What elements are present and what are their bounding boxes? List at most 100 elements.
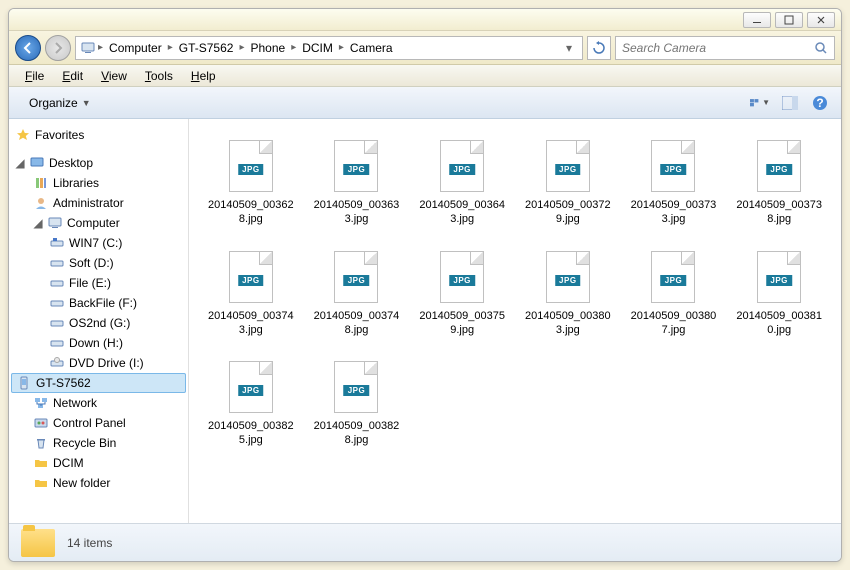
- sidebar-network[interactable]: Network: [9, 393, 188, 413]
- sidebar-recycle-bin[interactable]: Recycle Bin: [9, 433, 188, 453]
- menu-tools[interactable]: Tools: [137, 67, 181, 85]
- sidebar-label: DCIM: [53, 456, 84, 470]
- collapse-icon[interactable]: ◢: [33, 218, 43, 228]
- file-name: 20140509_003810.jpg: [736, 309, 822, 338]
- file-item[interactable]: JPG20140509_003633.jpg: [307, 131, 407, 234]
- file-name: 20140509_003729.jpg: [525, 198, 611, 227]
- sidebar-label: Down (H:): [69, 336, 123, 350]
- content-pane[interactable]: JPG20140509_003628.jpgJPG20140509_003633…: [189, 119, 841, 523]
- sidebar-drive[interactable]: GT-S7562: [11, 373, 186, 393]
- network-icon: [33, 395, 49, 411]
- crumb-phone[interactable]: Phone: [246, 39, 289, 57]
- sidebar-label: Desktop: [49, 156, 93, 170]
- jpg-file-icon: JPG: [438, 249, 486, 305]
- sidebar-label: GT-S7562: [36, 376, 91, 390]
- sidebar-drive[interactable]: WIN7 (C:): [9, 233, 188, 253]
- sidebar-label: New folder: [53, 476, 110, 490]
- breadcrumb-dropdown[interactable]: ▾: [560, 41, 578, 55]
- file-item[interactable]: JPG20140509_003748.jpg: [307, 242, 407, 345]
- maximize-button[interactable]: [775, 12, 803, 28]
- search-input[interactable]: [622, 41, 814, 55]
- minimize-button[interactable]: [743, 12, 771, 28]
- menu-view[interactable]: View: [93, 67, 135, 85]
- file-item[interactable]: JPG 20140509_003738.jpg: [729, 131, 829, 234]
- chevron-down-icon: ▼: [82, 98, 91, 108]
- svg-text:?: ?: [816, 96, 823, 110]
- drive-icon: [49, 295, 65, 311]
- collapse-icon[interactable]: ◢: [15, 158, 25, 168]
- file-grid: JPG20140509_003628.jpgJPG20140509_003633…: [201, 131, 829, 455]
- crumb-dcim[interactable]: DCIM: [298, 39, 337, 57]
- crumb-computer[interactable]: Computer: [105, 39, 166, 57]
- body: Favorites ◢ Desktop Libraries Administra…: [9, 119, 841, 523]
- file-item[interactable]: JPG20140509_003810.jpg: [729, 242, 829, 345]
- menu-file[interactable]: File: [17, 67, 52, 85]
- file-name: 20140509_003733.jpg: [631, 198, 717, 227]
- preview-pane-button[interactable]: [779, 93, 801, 113]
- file-item[interactable]: JPG20140509_003825.jpg: [201, 352, 301, 455]
- sidebar-administrator[interactable]: Administrator: [9, 193, 188, 213]
- sidebar-dcim[interactable]: DCIM: [9, 453, 188, 473]
- file-item[interactable]: JPG20140509_003643.jpg: [412, 131, 512, 234]
- file-item[interactable]: JPG20140509_003759.jpg: [412, 242, 512, 345]
- jpg-file-icon: JPG: [755, 138, 803, 194]
- sidebar-label: Control Panel: [53, 416, 126, 430]
- file-item[interactable]: JPG20140509_003628.jpg: [201, 131, 301, 234]
- sidebar-drive[interactable]: Soft (D:): [9, 253, 188, 273]
- sidebar-label: Administrator: [53, 196, 124, 210]
- sidebar-drive[interactable]: BackFile (F:): [9, 293, 188, 313]
- computer-icon: [47, 215, 63, 231]
- folder-icon: [33, 455, 49, 471]
- jpg-file-icon: JPG: [649, 249, 697, 305]
- sidebar-label: WIN7 (C:): [69, 236, 122, 250]
- sidebar-drive[interactable]: OS2nd (G:): [9, 313, 188, 333]
- jpg-file-icon: JPG: [649, 138, 697, 194]
- sidebar-control-panel[interactable]: Control Panel: [9, 413, 188, 433]
- file-name: 20140509_003743.jpg: [208, 309, 294, 338]
- file-name: 20140509_003828.jpg: [314, 419, 400, 448]
- sidebar-favorites[interactable]: Favorites: [9, 125, 188, 145]
- file-item[interactable]: JPG20140509_003803.jpg: [518, 242, 618, 345]
- refresh-button[interactable]: [587, 36, 611, 60]
- file-item[interactable]: JPG20140509_003729.jpg: [518, 131, 618, 234]
- sidebar-new-folder[interactable]: New folder: [9, 473, 188, 493]
- jpg-file-icon: JPG: [227, 359, 275, 415]
- menu-help[interactable]: Help: [183, 67, 224, 85]
- file-name: 20140509_003807.jpg: [631, 309, 717, 338]
- close-button[interactable]: [807, 12, 835, 28]
- forward-button[interactable]: [45, 35, 71, 61]
- crumb-separator-icon: ▸: [339, 42, 344, 53]
- sidebar-libraries[interactable]: Libraries: [9, 173, 188, 193]
- sidebar-drive[interactable]: Down (H:): [9, 333, 188, 353]
- menu-edit[interactable]: Edit: [54, 67, 91, 85]
- file-item[interactable]: JPG 20140509_003743.jpg: [201, 242, 301, 345]
- navigation-bar: ▸ Computer ▸ GT-S7562 ▸ Phone ▸ DCIM ▸ C…: [9, 31, 841, 65]
- back-button[interactable]: [15, 35, 41, 61]
- sidebar-desktop[interactable]: ◢ Desktop: [9, 153, 188, 173]
- crumb-camera[interactable]: Camera: [346, 39, 397, 57]
- computer-icon: [80, 40, 96, 56]
- breadcrumb[interactable]: ▸ Computer ▸ GT-S7562 ▸ Phone ▸ DCIM ▸ C…: [75, 36, 583, 60]
- file-name: 20140509_003738.jpg: [736, 198, 822, 227]
- drive-icon: [49, 275, 65, 291]
- sidebar-computer[interactable]: ◢ Computer: [9, 213, 188, 233]
- organize-button[interactable]: Organize ▼: [19, 92, 101, 114]
- organize-label: Organize: [29, 96, 78, 110]
- jpg-file-icon: JPG: [227, 249, 275, 305]
- file-item[interactable]: JPG 20140509_003828.jpg: [307, 352, 407, 455]
- file-item[interactable]: JPG 20140509_003807.jpg: [624, 242, 724, 345]
- navigation-pane: Favorites ◢ Desktop Libraries Administra…: [9, 119, 189, 523]
- search-box[interactable]: [615, 36, 835, 60]
- view-options-button[interactable]: ▼: [749, 93, 771, 113]
- sidebar-drive[interactable]: File (E:): [9, 273, 188, 293]
- file-item[interactable]: JPG 20140509_003733.jpg: [624, 131, 724, 234]
- crumb-device[interactable]: GT-S7562: [175, 39, 238, 57]
- jpg-file-icon: JPG: [332, 359, 380, 415]
- libraries-icon: [33, 175, 49, 191]
- status-bar: 14 items: [9, 523, 841, 561]
- sidebar-drive[interactable]: DVD Drive (I:): [9, 353, 188, 373]
- toolbar: Organize ▼ ▼ ?: [9, 87, 841, 119]
- sidebar-label: Libraries: [53, 176, 99, 190]
- help-button[interactable]: ?: [809, 93, 831, 113]
- drive-icon: [49, 335, 65, 351]
